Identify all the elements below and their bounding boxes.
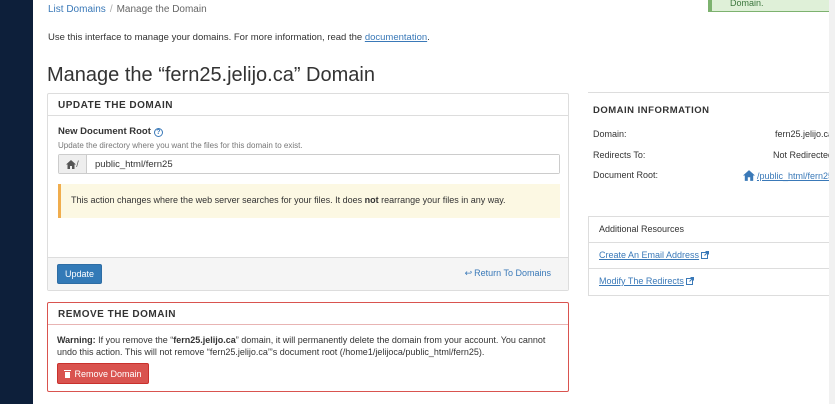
- external-link-icon: [701, 251, 710, 259]
- return-arrow-icon: ↩: [464, 268, 473, 278]
- help-icon[interactable]: ?: [153, 128, 163, 137]
- return-link-text: Return To Domains: [474, 268, 551, 278]
- remove-warning-text: Warning: If you remove the “fern25.jelij…: [57, 334, 562, 358]
- document-root-label: New Document Root?: [58, 126, 163, 137]
- remove-panel-heading: REMOVE THE DOMAIN: [48, 303, 568, 325]
- document-root-description: Update the directory where you want the …: [58, 141, 303, 150]
- resources-title: Additional Resources: [599, 224, 685, 234]
- warning-alert: This action changes where the web server…: [58, 184, 560, 218]
- info-value-redirects: Not Redirected: [772, 150, 833, 160]
- breadcrumb: List Domains / Manage the Domain: [48, 4, 207, 15]
- resource-item-redirects: Modify The Redirects: [589, 269, 835, 295]
- alert-text-post: rearrange your files in any way.: [378, 195, 506, 205]
- resources-title-row: Additional Resources: [589, 217, 835, 243]
- notice-text: Domain.: [730, 0, 764, 8]
- home-addon: /: [59, 155, 87, 173]
- warning-label: Warning:: [57, 335, 96, 345]
- remove-button-label: Remove Domain: [74, 368, 142, 379]
- remove-domain-panel: REMOVE THE DOMAIN Warning: If you remove…: [47, 302, 569, 392]
- remove-text-1: If you remove the “: [95, 335, 174, 345]
- document-root-link[interactable]: /public_html/fern25: [742, 170, 833, 181]
- breadcrumb-list-domains[interactable]: List Domains: [48, 4, 106, 15]
- remove-domain-bold: fern25.jelijo.ca: [173, 335, 236, 345]
- page-content: List Domains / Manage the Domain Domain. U…: [33, 0, 835, 404]
- modify-redirects-link-text: Modify The Redirects: [599, 276, 684, 286]
- update-panel-heading: UPDATE THE DOMAIN: [48, 94, 568, 116]
- intro-text: Use this interface to manage your domain…: [48, 32, 430, 43]
- info-key-document-root: Document Root:: [593, 170, 659, 180]
- documentation-link[interactable]: documentation: [365, 32, 427, 43]
- breadcrumb-separator: /: [109, 4, 113, 15]
- trash-icon: [64, 369, 72, 378]
- resource-item-email: Create An Email Address: [589, 243, 835, 269]
- success-notice: Domain.: [708, 0, 835, 12]
- return-to-domains-link[interactable]: ↩ Return To Domains: [465, 268, 551, 279]
- domain-info-heading: DOMAIN INFORMATION: [593, 105, 710, 116]
- update-button[interactable]: Update: [57, 264, 102, 284]
- side-divider: [588, 92, 835, 93]
- modify-redirects-link[interactable]: Modify The Redirects: [599, 276, 694, 286]
- alert-text-pre: This action changes where the web server…: [71, 195, 365, 205]
- document-root-input-group: /: [58, 154, 560, 174]
- create-email-link-text: Create An Email Address: [599, 250, 700, 260]
- info-key-domain: Domain:: [593, 129, 627, 139]
- info-value-domain: fern25.jelijo.ca: [774, 129, 833, 139]
- home-icon: [742, 170, 755, 181]
- update-domain-panel: UPDATE THE DOMAIN New Document Root? Upd…: [47, 93, 569, 291]
- left-sidebar-rail: [0, 0, 33, 404]
- create-email-link[interactable]: Create An Email Address: [599, 250, 710, 260]
- document-root-link-text: /public_html/fern25: [756, 171, 833, 181]
- addon-slash: /: [76, 159, 79, 169]
- document-root-label-text: New Document Root: [58, 126, 151, 137]
- page-title: Manage the “fern25.jelijo.ca” Domain: [47, 64, 375, 86]
- breadcrumb-current: Manage the Domain: [116, 4, 207, 15]
- intro-body: Use this interface to manage your domain…: [48, 32, 365, 43]
- scrollbar-track[interactable]: [829, 0, 835, 404]
- home-icon: [66, 159, 77, 169]
- intro-end: .: [427, 32, 430, 43]
- remove-domain-button[interactable]: Remove Domain: [57, 363, 149, 384]
- update-panel-footer: Update ↩ Return To Domains: [48, 257, 568, 290]
- alert-text-bold: not: [364, 195, 379, 205]
- info-key-redirects: Redirects To:: [593, 150, 646, 160]
- external-link-icon: [685, 277, 694, 285]
- document-root-input[interactable]: [87, 155, 559, 173]
- additional-resources-panel: Additional Resources Create An Email Add…: [588, 216, 835, 296]
